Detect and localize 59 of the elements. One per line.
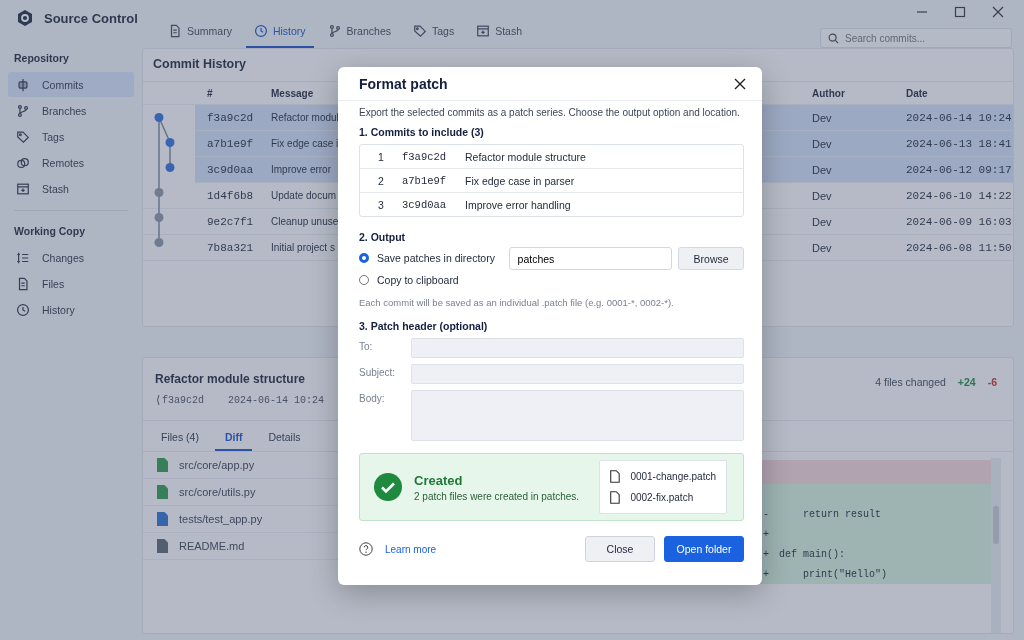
commit-hash: 9e2c7f1	[206, 215, 255, 228]
commit-date: 2024-06-09 16:03	[906, 215, 1013, 228]
commit-hash: f3a9c2d	[162, 394, 204, 406]
commit-hash: f3a9c2d	[206, 111, 255, 124]
commit-hash: a7b1e9f	[402, 174, 448, 187]
commit-index: 3	[377, 198, 385, 211]
sidebar-heading: Repository	[13, 52, 70, 64]
commit-message: Refactor modul	[271, 112, 339, 123]
column-header: Date	[906, 87, 929, 99]
success-title: Created	[414, 472, 464, 488]
commit-author: Dev	[812, 163, 833, 176]
commit-author: Dev	[812, 215, 833, 228]
commit-date: 2024-06-14 10:24	[228, 394, 325, 406]
code-line: return result	[802, 508, 882, 520]
commit-date: 2024-06-12 09:17	[906, 163, 1013, 176]
commit-date: 2024-06-08 11:50	[906, 241, 1013, 254]
commit-title: Refactor module structure	[155, 372, 307, 386]
code-line: def main():	[779, 548, 845, 560]
column-header: #	[206, 87, 214, 99]
column-header: Message	[271, 87, 314, 99]
commit-hash: 7b8a321	[206, 241, 255, 254]
commit-author: Dev	[812, 111, 833, 124]
commit-date: 2024-06-14 10:24	[906, 111, 1013, 124]
commit-message: Initial project s	[271, 242, 335, 253]
files-changed-count: 4 files changed	[875, 376, 946, 390]
success-message: 2 patch files were created in patches.	[414, 490, 581, 502]
commit-message: Cleanup unuse	[271, 216, 339, 227]
commit-author: Dev	[812, 137, 833, 150]
commit-hash: a7b1e9f	[206, 137, 255, 150]
output-hint: Each commit will be saved as an individual .patch file (e.g. 0001-*, 0002-*).	[359, 297, 675, 308]
diff-sign: +	[763, 548, 770, 560]
column-header: Author	[812, 87, 846, 99]
commit-index: 2	[377, 174, 385, 187]
dialog-description: Export the selected commits as a patch series. Choose the output option and location.	[359, 107, 741, 118]
commit-message: Fix edge case i	[271, 138, 339, 149]
field-label: Body:	[359, 392, 386, 406]
commit-hash: 3c9d0aa	[206, 163, 255, 176]
deletions-count: -6	[987, 376, 997, 390]
diff-sign: +	[763, 528, 770, 540]
section-heading: 2. Output	[359, 231, 407, 243]
commit-message: Improve error handling	[465, 198, 571, 211]
diff-sign: +	[763, 568, 770, 580]
sidebar-heading: Working Copy	[13, 225, 86, 237]
section-heading: 3. Patch header (optional)	[359, 320, 489, 332]
app-title: Source Control	[44, 10, 138, 26]
commit-message: Fix edge case in parser	[465, 174, 575, 187]
additions-count: +24	[957, 376, 976, 390]
code-line: print("Hello")	[802, 568, 888, 580]
commit-author: Dev	[812, 189, 833, 202]
commit-author: Dev	[812, 241, 833, 254]
commit-date: 2024-06-10 14:22	[906, 189, 1013, 202]
field-label: To:	[359, 340, 374, 354]
commit-date: 2024-06-13 18:41	[906, 137, 1013, 150]
commit-hash: 1d4f6b8	[206, 189, 255, 202]
commit-message: Update docum	[271, 190, 337, 201]
commit-hash: 3c9d0aa	[402, 198, 448, 211]
field-label: Subject:	[359, 366, 397, 380]
commit-message: Improve error	[271, 164, 331, 175]
diff-sign: -	[763, 508, 770, 520]
